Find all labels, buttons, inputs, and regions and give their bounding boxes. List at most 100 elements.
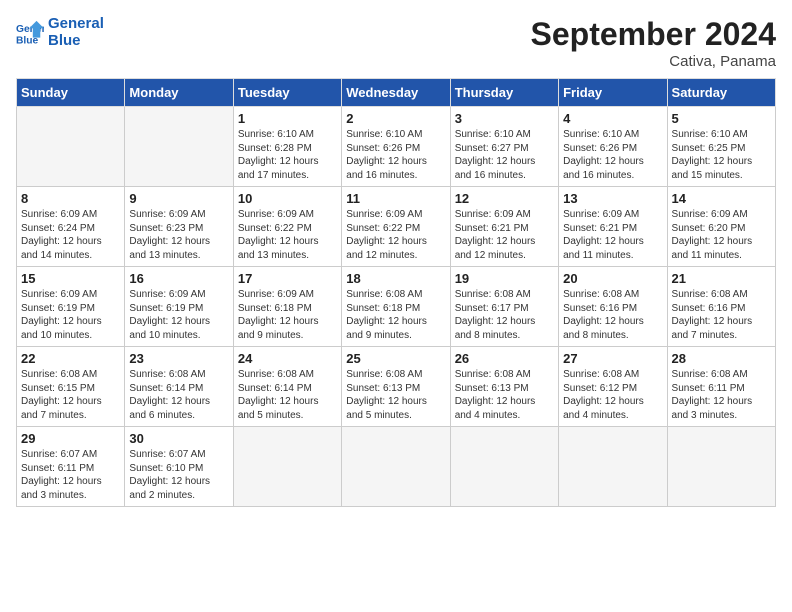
day-info: Sunrise: 6:09 AM Sunset: 6:19 PM Dayligh…: [21, 288, 120, 342]
day-number: 2: [346, 111, 445, 126]
day-cell: [17, 107, 125, 187]
day-info: Sunrise: 6:08 AM Sunset: 6:16 PM Dayligh…: [672, 288, 771, 342]
day-cell: 8Sunrise: 6:09 AM Sunset: 6:24 PM Daylig…: [17, 187, 125, 267]
day-number: 20: [563, 271, 662, 286]
day-cell: 11 Sunrise: 6:09 AM Sunset: 6:22 PM Dayli…: [342, 187, 450, 267]
day-info: Sunrise: 6:08 AM Sunset: 6:12 PM Dayligh…: [563, 368, 662, 422]
day-cell: 22 Sunrise: 6:08 AM Sunset: 6:15 PM Dayli…: [17, 347, 125, 427]
column-header-friday: Friday: [559, 79, 667, 107]
day-cell: 10Sunrise: 6:09 AM Sunset: 6:22 PM Dayli…: [233, 187, 341, 267]
month-title: September 2024: [531, 16, 776, 53]
location: Cativa, Panama: [531, 53, 776, 70]
day-info: Sunrise: 6:09 AM Sunset: 6:22 PM Dayligh…: [238, 208, 337, 262]
day-info: Sunrise: 6:10 AM Sunset: 6:26 PM Dayligh…: [563, 128, 662, 182]
logo: General Blue GeneralBlue: [16, 16, 104, 49]
day-info: Sunrise: 6:09 AM Sunset: 6:22 PM Dayligh…: [346, 208, 445, 262]
day-number: 18: [346, 271, 445, 286]
day-cell: 15Sunrise: 6:09 AM Sunset: 6:19 PM Dayli…: [17, 267, 125, 347]
day-number: 24: [238, 351, 337, 366]
day-info: Sunrise: 6:07 AM Sunset: 6:11 PM Dayligh…: [21, 448, 120, 502]
day-info: Sunrise: 6:08 AM Sunset: 6:11 PM Dayligh…: [672, 368, 771, 422]
day-info: Sunrise: 6:09 AM Sunset: 6:23 PM Dayligh…: [129, 208, 228, 262]
day-number: 23: [129, 351, 228, 366]
day-info: Sunrise: 6:10 AM Sunset: 6:26 PM Dayligh…: [346, 128, 445, 182]
day-info: Sunrise: 6:10 AM Sunset: 6:28 PM Dayligh…: [238, 128, 337, 182]
day-number: 30: [129, 431, 228, 446]
day-cell: 23 Sunrise: 6:08 AM Sunset: 6:14 PM Dayli…: [125, 347, 233, 427]
day-number: 22: [21, 351, 120, 366]
day-info: Sunrise: 6:08 AM Sunset: 6:13 PM Dayligh…: [455, 368, 554, 422]
day-cell: 16 Sunrise: 6:09 AM Sunset: 6:19 PM Dayli…: [125, 267, 233, 347]
day-cell: 4 Sunrise: 6:10 AM Sunset: 6:26 PM Daylig…: [559, 107, 667, 187]
day-info: Sunrise: 6:08 AM Sunset: 6:15 PM Dayligh…: [21, 368, 120, 422]
day-number: 27: [563, 351, 662, 366]
day-cell: 1 Sunrise: 6:10 AM Sunset: 6:28 PM Daylig…: [233, 107, 341, 187]
day-info: Sunrise: 6:10 AM Sunset: 6:25 PM Dayligh…: [672, 128, 771, 182]
day-info: Sunrise: 6:08 AM Sunset: 6:18 PM Dayligh…: [346, 288, 445, 342]
column-header-sunday: Sunday: [17, 79, 125, 107]
week-row-1: 8Sunrise: 6:09 AM Sunset: 6:24 PM Daylig…: [17, 187, 776, 267]
week-row-4: 29 Sunrise: 6:07 AM Sunset: 6:11 PM Dayli…: [17, 427, 776, 507]
day-number: 13: [563, 191, 662, 206]
day-cell: 5 Sunrise: 6:10 AM Sunset: 6:25 PM Daylig…: [667, 107, 775, 187]
day-cell: 21Sunrise: 6:08 AM Sunset: 6:16 PM Dayli…: [667, 267, 775, 347]
day-cell: [342, 427, 450, 507]
day-cell: 9 Sunrise: 6:09 AM Sunset: 6:23 PM Daylig…: [125, 187, 233, 267]
day-cell: [559, 427, 667, 507]
week-row-2: 15Sunrise: 6:09 AM Sunset: 6:19 PM Dayli…: [17, 267, 776, 347]
day-info: Sunrise: 6:09 AM Sunset: 6:18 PM Dayligh…: [238, 288, 337, 342]
day-cell: 14 Sunrise: 6:09 AM Sunset: 6:20 PM Dayli…: [667, 187, 775, 267]
day-number: 8: [21, 191, 120, 206]
day-number: 12: [455, 191, 554, 206]
day-cell: 25Sunrise: 6:08 AM Sunset: 6:13 PM Dayli…: [342, 347, 450, 427]
day-number: 5: [672, 111, 771, 126]
day-info: Sunrise: 6:07 AM Sunset: 6:10 PM Dayligh…: [129, 448, 228, 502]
day-info: Sunrise: 6:08 AM Sunset: 6:17 PM Dayligh…: [455, 288, 554, 342]
day-number: 9: [129, 191, 228, 206]
day-info: Sunrise: 6:09 AM Sunset: 6:21 PM Dayligh…: [563, 208, 662, 262]
logo-icon: General Blue: [16, 19, 44, 47]
day-info: Sunrise: 6:09 AM Sunset: 6:20 PM Dayligh…: [672, 208, 771, 262]
day-info: Sunrise: 6:08 AM Sunset: 6:16 PM Dayligh…: [563, 288, 662, 342]
column-header-tuesday: Tuesday: [233, 79, 341, 107]
day-cell: 28Sunrise: 6:08 AM Sunset: 6:11 PM Dayli…: [667, 347, 775, 427]
day-cell: 13 Sunrise: 6:09 AM Sunset: 6:21 PM Dayli…: [559, 187, 667, 267]
day-number: 19: [455, 271, 554, 286]
day-cell: 20 Sunrise: 6:08 AM Sunset: 6:16 PM Dayli…: [559, 267, 667, 347]
day-info: Sunrise: 6:08 AM Sunset: 6:14 PM Dayligh…: [129, 368, 228, 422]
column-header-saturday: Saturday: [667, 79, 775, 107]
header-row: SundayMondayTuesdayWednesdayThursdayFrid…: [17, 79, 776, 107]
day-number: 14: [672, 191, 771, 206]
day-number: 1: [238, 111, 337, 126]
day-cell: 3 Sunrise: 6:10 AM Sunset: 6:27 PM Daylig…: [450, 107, 558, 187]
day-cell: [667, 427, 775, 507]
day-cell: 27 Sunrise: 6:08 AM Sunset: 6:12 PM Dayli…: [559, 347, 667, 427]
day-cell: 24 Sunrise: 6:08 AM Sunset: 6:14 PM Dayli…: [233, 347, 341, 427]
day-cell: 26Sunrise: 6:08 AM Sunset: 6:13 PM Dayli…: [450, 347, 558, 427]
day-info: Sunrise: 6:09 AM Sunset: 6:19 PM Dayligh…: [129, 288, 228, 342]
day-number: 16: [129, 271, 228, 286]
day-number: 3: [455, 111, 554, 126]
day-cell: 30 Sunrise: 6:07 AM Sunset: 6:10 PM Dayli…: [125, 427, 233, 507]
column-header-wednesday: Wednesday: [342, 79, 450, 107]
day-number: 11: [346, 191, 445, 206]
day-cell: [450, 427, 558, 507]
logo-text: GeneralBlue: [48, 16, 104, 49]
day-number: 4: [563, 111, 662, 126]
day-cell: 29 Sunrise: 6:07 AM Sunset: 6:11 PM Dayli…: [17, 427, 125, 507]
day-info: Sunrise: 6:09 AM Sunset: 6:21 PM Dayligh…: [455, 208, 554, 262]
column-header-monday: Monday: [125, 79, 233, 107]
day-cell: 18 Sunrise: 6:08 AM Sunset: 6:18 PM Dayli…: [342, 267, 450, 347]
day-cell: 12 Sunrise: 6:09 AM Sunset: 6:21 PM Dayli…: [450, 187, 558, 267]
day-info: Sunrise: 6:08 AM Sunset: 6:13 PM Dayligh…: [346, 368, 445, 422]
page-header: General Blue GeneralBlue September 2024 …: [16, 16, 776, 70]
day-info: Sunrise: 6:10 AM Sunset: 6:27 PM Dayligh…: [455, 128, 554, 182]
day-cell: [125, 107, 233, 187]
day-number: 29: [21, 431, 120, 446]
title-area: September 2024 Cativa, Panama: [531, 16, 776, 70]
day-cell: [233, 427, 341, 507]
day-info: Sunrise: 6:08 AM Sunset: 6:14 PM Dayligh…: [238, 368, 337, 422]
week-row-3: 22 Sunrise: 6:08 AM Sunset: 6:15 PM Dayli…: [17, 347, 776, 427]
day-cell: 2 Sunrise: 6:10 AM Sunset: 6:26 PM Daylig…: [342, 107, 450, 187]
week-row-0: 1 Sunrise: 6:10 AM Sunset: 6:28 PM Daylig…: [17, 107, 776, 187]
